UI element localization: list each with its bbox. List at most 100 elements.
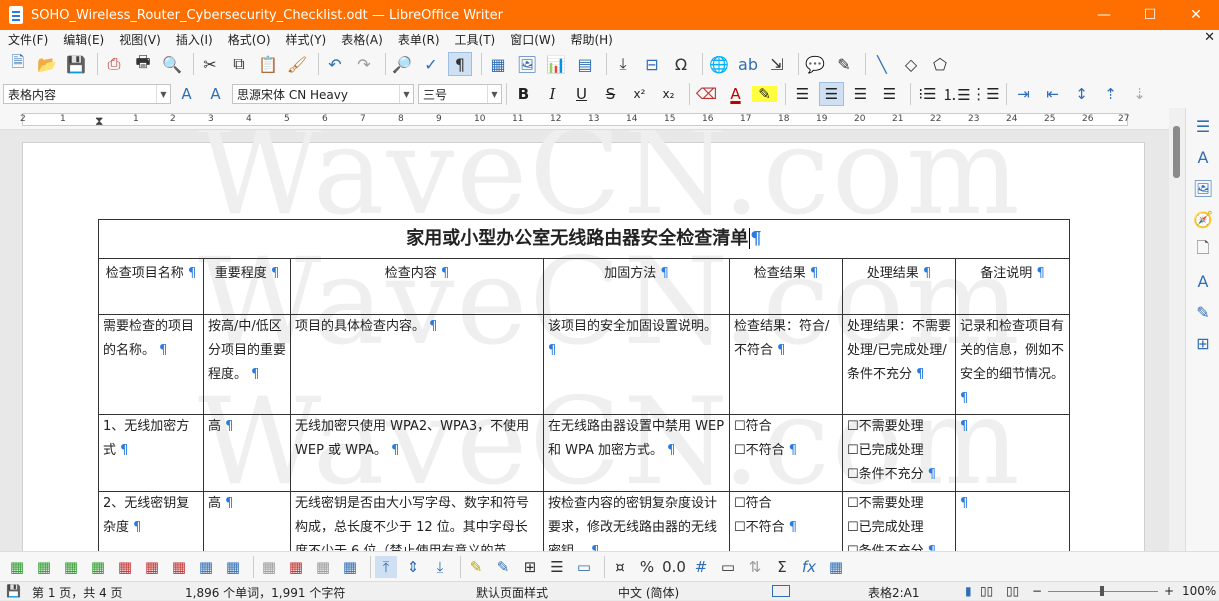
border-color-icon[interactable]: ▭ [573, 556, 595, 578]
single-page-view-icon[interactable]: ▮ [965, 584, 972, 598]
header-cell[interactable]: 备注说明 ¶ [955, 258, 1070, 315]
footnote-icon[interactable]: ab [736, 52, 760, 76]
select-table-icon[interactable]: ▦ [222, 556, 244, 578]
properties-icon[interactable]: ☰ [1191, 114, 1215, 138]
line-spacing-icon[interactable]: ↕ [1069, 82, 1094, 106]
new-style-icon[interactable]: A [203, 82, 228, 106]
manage-changes-icon[interactable]: ✎ [1191, 300, 1215, 324]
align-left-icon[interactable]: ☰ [790, 82, 815, 106]
table-cell[interactable]: ¶ [955, 491, 1070, 551]
justify-icon[interactable]: ☰ [877, 82, 902, 106]
delete-rows-icon[interactable]: ▦ [114, 556, 136, 578]
insert-rows-below-icon[interactable]: ▦ [33, 556, 55, 578]
select-cell-icon[interactable]: ▦ [195, 556, 217, 578]
table-properties-icon[interactable]: ▦ [825, 556, 847, 578]
ordered-list-icon[interactable]: ⒈☰ [942, 82, 970, 106]
formatting-marks-icon[interactable]: ¶ [448, 52, 472, 76]
styles-icon[interactable]: A [1191, 145, 1215, 169]
cross-reference-icon[interactable]: ⇲ [765, 52, 789, 76]
split-cells-icon[interactable]: ▦ [285, 556, 307, 578]
formula-icon[interactable]: fx [798, 556, 820, 578]
vertical-scrollbar[interactable] [1169, 108, 1185, 551]
insert-image-icon[interactable]: 🖼 [515, 52, 539, 76]
font-size-combo[interactable]: 三号 ▼ [418, 84, 502, 104]
zoom-level[interactable]: 100% [1182, 584, 1216, 598]
table-cell[interactable]: ☐不需要处理 ☐已完成处理 ☐条件不充分 ¶ [842, 491, 956, 551]
align-right-icon[interactable]: ☰ [848, 82, 873, 106]
table-cell[interactable]: ☐符合 ☐不符合 ¶ [729, 414, 843, 492]
insert-chart-icon[interactable]: 📊 [544, 52, 568, 76]
decrease-paragraph-spacing-icon[interactable]: ⇣ [1127, 82, 1152, 106]
export-pdf-icon[interactable]: ⎙ [102, 52, 126, 76]
sort-icon[interactable]: ⇅ [744, 556, 766, 578]
header-cell[interactable]: 检查内容 ¶ [290, 258, 544, 315]
design-icon[interactable]: ⊞ [1191, 331, 1215, 355]
basic-shapes-icon[interactable]: ◇ [899, 52, 923, 76]
table-cell[interactable]: 1、无线加密方式 ¶ [98, 414, 204, 492]
page-break-icon[interactable]: ⤓ [611, 52, 635, 76]
style-inspector-icon[interactable]: A [1191, 269, 1215, 293]
table-cell[interactable]: ☐符合 ☐不符合 ¶ [729, 491, 843, 551]
table-cell[interactable]: 无线密钥是否由大小写字母、数字和符号构成，总长度不少于 12 位。其中字母长度不… [290, 491, 544, 551]
number-recognition-icon[interactable]: # [690, 556, 712, 578]
save-icon[interactable]: 💾 [64, 52, 88, 76]
number-format-icon[interactable]: ¤ [609, 556, 631, 578]
zoom-slider-handle[interactable] [1100, 586, 1104, 596]
zoom-out-icon[interactable]: − [1032, 584, 1042, 598]
page-icon[interactable]: 🗋 [1191, 238, 1215, 262]
save-status-icon[interactable]: 💾 [6, 584, 21, 598]
autoformat-styles-icon[interactable]: ✎ [492, 556, 514, 578]
navigator-icon[interactable]: 🧭 [1191, 207, 1215, 231]
align-top-icon[interactable]: ⤒ [375, 555, 397, 578]
italic-button[interactable]: I [540, 82, 565, 106]
word-count[interactable]: 1,896 个单词，1,991 个字符 [185, 584, 345, 601]
table-cell[interactable]: 2、无线密钥复杂度 ¶ [98, 491, 204, 551]
table-cell[interactable]: 检查结果：符合/不符合 ¶ [729, 314, 843, 415]
undo-icon[interactable]: ↶ [323, 52, 347, 76]
chevron-down-icon[interactable]: ▼ [487, 85, 501, 103]
close-button[interactable]: ✕ [1173, 0, 1219, 30]
chevron-down-icon[interactable]: ▼ [156, 85, 170, 103]
superscript-button[interactable]: x² [627, 82, 652, 106]
close-document-icon[interactable]: ✕ [1204, 30, 1215, 45]
bold-button[interactable]: B [511, 82, 536, 106]
special-character-icon[interactable]: Ω [669, 52, 693, 76]
draw-functions-icon[interactable]: ⬠ [928, 52, 952, 76]
insert-rows-above-icon[interactable]: ▦ [6, 556, 28, 578]
increase-paragraph-spacing-icon[interactable]: ⇡ [1098, 82, 1123, 106]
merge-cells-icon[interactable]: ▦ [258, 556, 280, 578]
new-document-icon[interactable]: 🗎 [6, 52, 30, 76]
delete-table-icon[interactable]: ▦ [168, 556, 190, 578]
header-cell[interactable]: 加固方法 ¶ [543, 258, 730, 315]
multi-page-view-icon[interactable]: ▯▯ [980, 584, 993, 598]
align-center-icon[interactable]: ☰ [819, 82, 844, 106]
optimize-size-icon[interactable]: ▦ [339, 556, 361, 578]
font-name-combo[interactable]: 思源宋体 CN Heavy ▼ [232, 84, 414, 104]
page-style[interactable]: 默认页面样式 [476, 584, 548, 601]
table-cell-background-icon[interactable]: ✎ [465, 556, 487, 578]
align-bottom-icon[interactable]: ⤓ [429, 556, 451, 578]
line-icon[interactable]: ╲ [870, 52, 894, 76]
track-changes-icon[interactable]: ✎ [832, 52, 856, 76]
insert-textbox-icon[interactable]: ▤ [573, 52, 597, 76]
gallery-icon[interactable]: 🖼 [1191, 176, 1215, 200]
clear-formatting-icon[interactable]: ⌫ [694, 82, 719, 106]
strikethrough-button[interactable]: S [598, 82, 623, 106]
delete-columns-icon[interactable]: ▦ [141, 556, 163, 578]
outline-list-icon[interactable]: ⋮☰ [971, 82, 999, 106]
menu-styles[interactable]: 样式(Y) [278, 31, 334, 48]
menu-edit[interactable]: 编辑(E) [55, 31, 111, 48]
table-cell[interactable]: 高 ¶ [203, 414, 291, 492]
table-cell[interactable]: ☐不需要处理 ☐已完成处理 ☐条件不充分 ¶ [842, 414, 956, 492]
table-cell[interactable]: 在无线路由器设置中禁用 WEP 和 WPA 加密方式。 ¶ [543, 414, 730, 492]
horizontal-ruler[interactable]: 2 1 ⧗ 1 2 3 4 5 6 7 8 9 10 11 12 13 14 1… [0, 108, 1185, 130]
menu-help[interactable]: 帮助(H) [562, 31, 619, 48]
highlight-color-icon[interactable]: ✎ [752, 85, 777, 103]
book-view-icon[interactable]: ▯▯ [1006, 584, 1019, 598]
header-cell[interactable]: 检查结果 ¶ [729, 258, 843, 315]
table-cell[interactable]: ¶ [955, 414, 1070, 492]
menu-form[interactable]: 表单(R) [390, 31, 447, 48]
table-cell[interactable]: 该项目的安全加固设置说明。 ¶ [543, 314, 730, 415]
table-cell[interactable]: 高 ¶ [203, 491, 291, 551]
insert-caption-icon[interactable]: ▭ [717, 556, 739, 578]
